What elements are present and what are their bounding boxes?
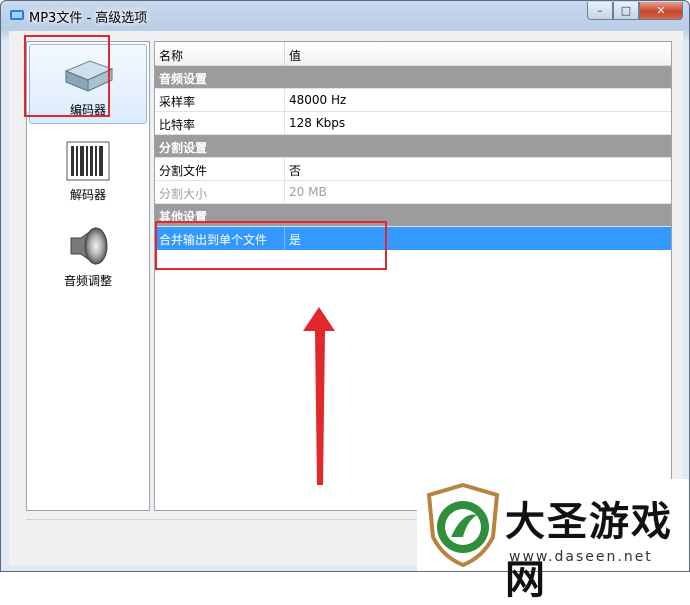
site-watermark: 大圣游戏网 www.daseen.net: [417, 479, 689, 603]
sidebar-item-label: 音频调整: [63, 274, 112, 288]
property-name: 分割文件: [159, 164, 208, 178]
watermark-url: www.daseen.net: [509, 549, 653, 565]
app-icon: [10, 10, 24, 20]
property-value[interactable]: 48000 Hz: [289, 93, 346, 107]
window-title: MP3文件 - 高级选项: [29, 11, 148, 26]
sidebar-item-audio-adjust[interactable]: 音频调整: [29, 218, 147, 298]
property-name: 采样率: [159, 95, 196, 109]
column-header-name[interactable]: 名称: [159, 47, 183, 64]
annotation-arrow: [303, 307, 335, 485]
property-grid-header: 名称 值: [155, 42, 671, 66]
sidebar-item-label: 解码器: [69, 188, 106, 202]
property-row-split-file[interactable]: 分割文件 否: [155, 158, 671, 181]
property-name: 分割大小: [159, 187, 208, 201]
group-row-split[interactable]: 分割设置: [155, 135, 671, 158]
maximize-button[interactable]: □: [613, 2, 639, 20]
minimize-button[interactable]: –: [587, 2, 613, 20]
sidebar-item-decoder[interactable]: 解码器: [29, 132, 147, 212]
group-row-audio[interactable]: 音频设置: [155, 66, 671, 89]
highlight-box-merge-row: [155, 221, 387, 270]
group-label: 分割设置: [159, 141, 208, 155]
column-header-value[interactable]: 值: [289, 47, 301, 64]
close-button[interactable]: ✕: [639, 2, 683, 20]
property-value[interactable]: 否: [289, 162, 301, 179]
property-row-bitrate[interactable]: 比特率 128 Kbps: [155, 112, 671, 135]
decoder-barcode-icon: [66, 141, 110, 181]
highlight-box-encoder: [24, 35, 110, 117]
property-row-split-size: 分割大小 20 MB: [155, 181, 671, 204]
watermark-name: 大圣游戏网: [505, 499, 673, 603]
property-grid: 名称 值 音频设置 采样率 48000 Hz 比特率 128 Kbps 分割设置: [154, 41, 672, 511]
dialog-window: MP3文件 - 高级选项 – □ ✕ 编码器 解码器 音频调整 名称 值 音频设…: [0, 0, 690, 603]
property-row-sample-rate[interactable]: 采样率 48000 Hz: [155, 89, 671, 112]
property-value: 20 MB: [289, 185, 327, 199]
speaker-icon: [70, 227, 108, 265]
group-label: 音频设置: [159, 72, 208, 86]
property-name: 比特率: [159, 118, 196, 132]
property-value[interactable]: 128 Kbps: [289, 116, 345, 130]
title-bar[interactable]: MP3文件 - 高级选项 – □ ✕: [1, 1, 689, 29]
window-controls: – □ ✕: [587, 2, 683, 20]
watermark-logo-icon: [426, 482, 500, 567]
